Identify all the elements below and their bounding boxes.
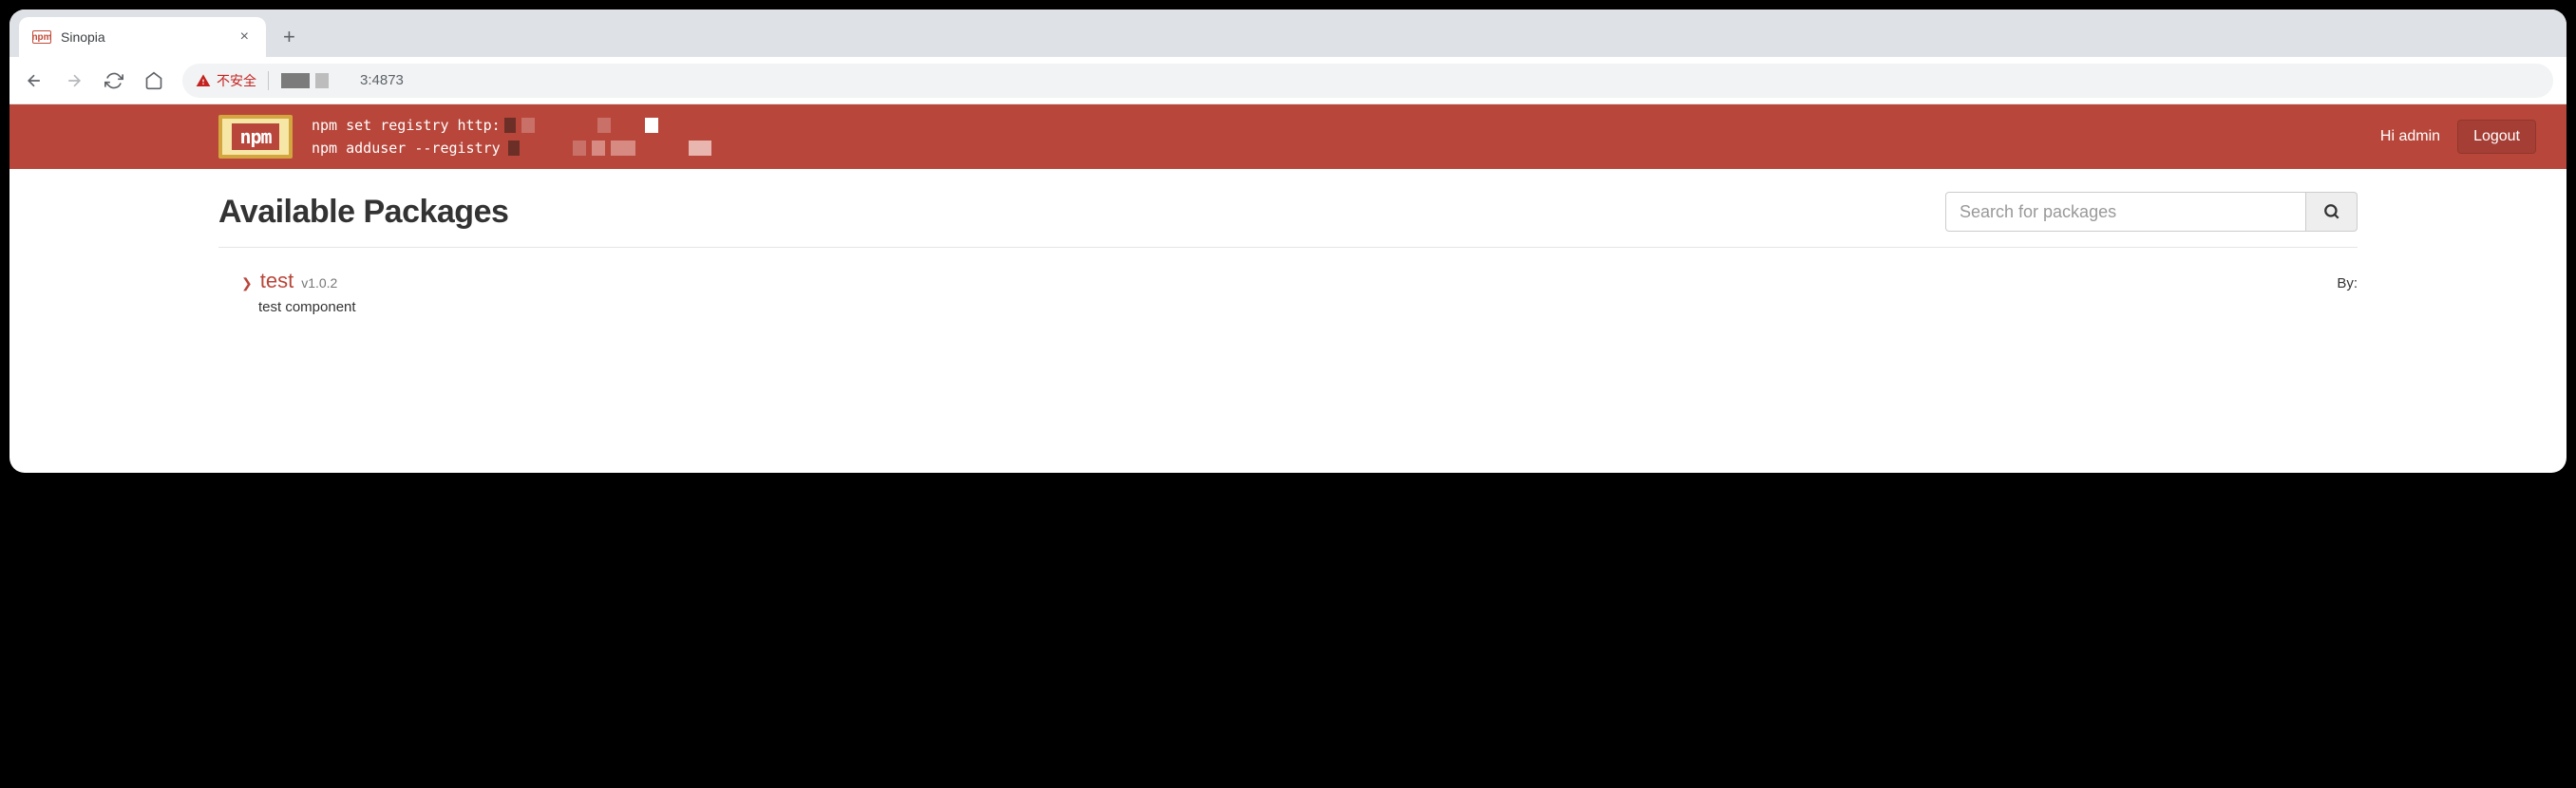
home-button[interactable] bbox=[142, 71, 165, 90]
search-button[interactable] bbox=[2306, 192, 2358, 232]
package-entry: ❯ test v1.0.2 By: test component bbox=[218, 269, 2358, 315]
url-port: 3:4873 bbox=[360, 72, 404, 88]
browser-window: npm Sinopia × + 不安全 3:4 bbox=[9, 9, 2567, 473]
tab-bar: npm Sinopia × + bbox=[9, 9, 2567, 57]
browser-tab[interactable]: npm Sinopia × bbox=[19, 17, 266, 57]
url-text: 3:4873 bbox=[278, 72, 404, 88]
page-title: Available Packages bbox=[218, 194, 508, 231]
new-tab-button[interactable]: + bbox=[283, 25, 295, 49]
back-button[interactable] bbox=[23, 71, 46, 90]
package-head: ❯ test v1.0.2 By: bbox=[241, 269, 2358, 293]
heading-row: Available Packages bbox=[218, 192, 2358, 248]
main-content: Available Packages ❯ test v1.0.2 By: tes… bbox=[9, 169, 2567, 473]
insecure-badge: 不安全 bbox=[196, 71, 269, 90]
arrow-left-icon bbox=[25, 71, 44, 90]
package-version: v1.0.2 bbox=[301, 275, 337, 291]
package-description: test component bbox=[258, 299, 2358, 315]
search-wrap bbox=[1945, 192, 2358, 232]
registry-commands: npm set registry http: npm adduser --reg… bbox=[312, 114, 2361, 159]
app-header: npm npm set registry http: npm adduser -… bbox=[9, 104, 2567, 169]
cmd-set-registry: npm set registry http: bbox=[312, 114, 501, 137]
browser-toolbar: 不安全 3:4873 bbox=[9, 57, 2567, 104]
header-right: Hi admin Logout bbox=[2380, 120, 2536, 154]
npm-logo-text: npm bbox=[232, 123, 278, 150]
logout-button[interactable]: Logout bbox=[2457, 120, 2536, 154]
search-input[interactable] bbox=[1945, 192, 2306, 232]
tab-favicon-icon: npm bbox=[32, 30, 51, 44]
home-icon bbox=[144, 71, 163, 90]
forward-button[interactable] bbox=[63, 71, 85, 90]
cmd-adduser: npm adduser --registry bbox=[312, 137, 501, 159]
tab-title: Sinopia bbox=[61, 29, 227, 45]
reload-icon bbox=[104, 71, 123, 90]
reload-button[interactable] bbox=[103, 71, 125, 90]
package-title-group: ❯ test v1.0.2 bbox=[241, 269, 337, 293]
arrow-right-icon bbox=[65, 71, 84, 90]
npm-logo: npm bbox=[218, 115, 293, 159]
search-icon bbox=[2323, 203, 2340, 220]
address-bar[interactable]: 不安全 3:4873 bbox=[182, 64, 2553, 98]
package-by-label: By: bbox=[2337, 275, 2358, 291]
package-name[interactable]: test bbox=[260, 269, 294, 293]
user-greeting: Hi admin bbox=[2380, 128, 2440, 145]
warning-icon bbox=[196, 73, 211, 88]
chevron-right-icon[interactable]: ❯ bbox=[241, 275, 253, 291]
close-icon[interactable]: × bbox=[237, 27, 253, 47]
insecure-label: 不安全 bbox=[217, 71, 256, 90]
